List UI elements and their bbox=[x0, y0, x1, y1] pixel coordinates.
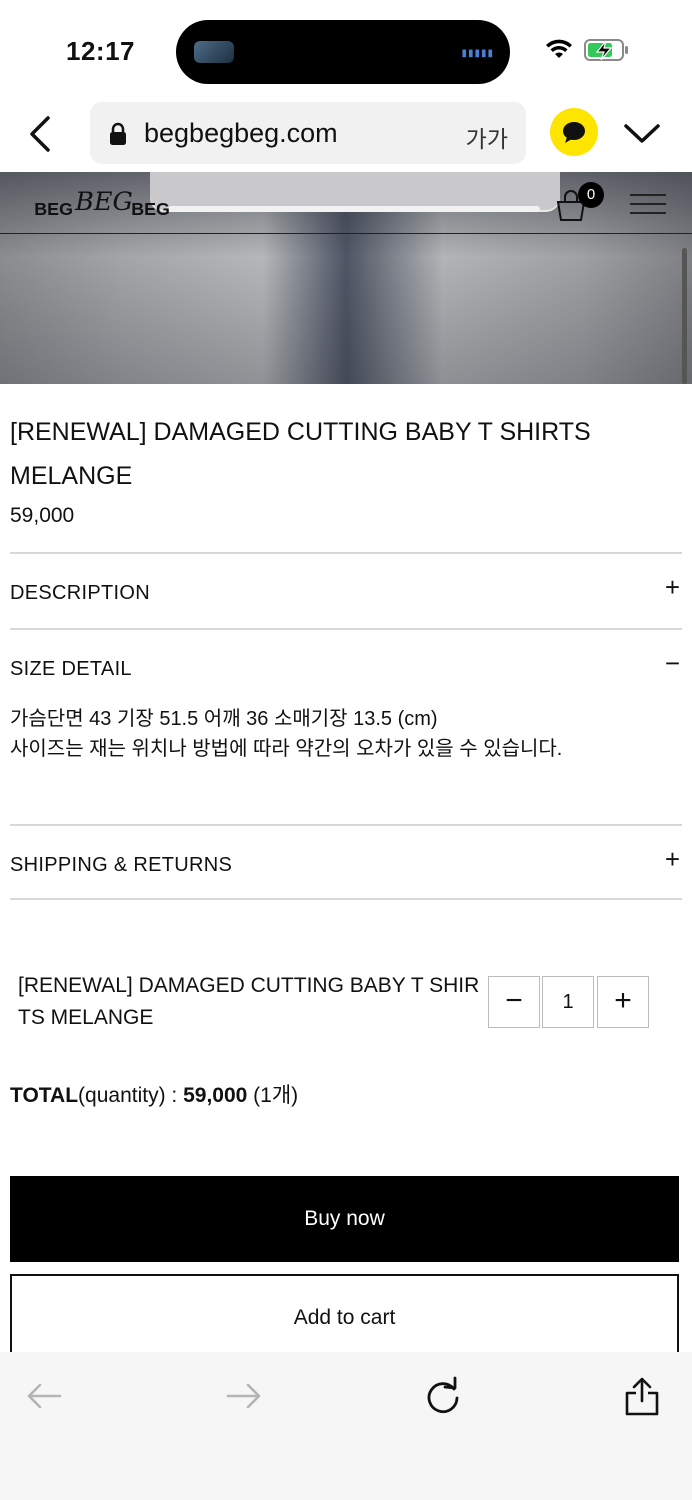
total-label: TOTAL bbox=[10, 1084, 79, 1107]
back-chevron-icon[interactable] bbox=[24, 114, 60, 154]
svg-text:BEG: BEG bbox=[131, 199, 170, 219]
accordion-label: SIZE DETAIL bbox=[10, 658, 132, 680]
scroll-indicator[interactable] bbox=[682, 248, 687, 384]
product-title: [RENEWAL] DAMAGED CUTTING BABY T SHIRTS … bbox=[10, 418, 591, 490]
accordion-shipping[interactable]: SHIPPING & RETURNS + bbox=[10, 824, 682, 900]
product-price: 59,000 bbox=[10, 504, 75, 527]
svg-text:BEG: BEG bbox=[74, 187, 133, 217]
reload-icon[interactable] bbox=[423, 1376, 463, 1416]
kakao-chat-icon[interactable] bbox=[550, 108, 598, 156]
quantity-increase-button[interactable]: + bbox=[597, 976, 649, 1028]
plus-icon[interactable]: + bbox=[665, 574, 680, 600]
battery-charging-icon bbox=[584, 39, 628, 61]
toolbar-back-icon[interactable] bbox=[24, 1376, 64, 1416]
brand-logo[interactable]: BEG BEG BEG bbox=[22, 186, 186, 220]
wifi-icon bbox=[546, 39, 572, 58]
browser-address-bar: begbegbeg.com 가가 bbox=[0, 100, 692, 172]
accordion-label: SHIPPING & RETURNS bbox=[10, 854, 233, 876]
dynamic-island: ▮▮▮▮▮ bbox=[176, 20, 510, 84]
add-to-cart-button[interactable]: Add to cart bbox=[10, 1274, 679, 1360]
order-total: TOTAL(quantity) : 59,000 (1개) bbox=[10, 1079, 298, 1109]
size-disclaimer: 사이즈는 재는 위치나 방법에 따라 약간의 오차가 있을 수 있습니다. bbox=[10, 738, 563, 760]
status-bar: 12:17 ▮▮▮▮▮ bbox=[0, 0, 692, 100]
toolbar-forward-icon[interactable] bbox=[224, 1376, 264, 1416]
minus-icon[interactable]: − bbox=[665, 650, 680, 676]
total-price: 59,000 bbox=[183, 1084, 248, 1107]
browser-toolbar bbox=[0, 1352, 692, 1500]
url-field[interactable]: begbegbeg.com 가가 bbox=[90, 102, 526, 164]
total-quantity-label: (quantity) : bbox=[78, 1084, 184, 1107]
live-activity-thumbnail bbox=[194, 41, 234, 63]
order-item-name: [RENEWAL] DAMAGED CUTTING BABY T SHIRTS … bbox=[18, 974, 480, 1029]
site-header: BEG BEG BEG 0 bbox=[0, 172, 692, 234]
chevron-down-icon[interactable] bbox=[622, 118, 662, 148]
cart-count-badge: 0 bbox=[578, 182, 604, 208]
menu-icon[interactable] bbox=[630, 194, 666, 216]
size-measurements: 가슴단면 43 기장 51.5 어깨 36 소매기장 13.5 (cm) bbox=[10, 708, 438, 730]
lock-icon bbox=[110, 122, 126, 145]
status-time: 12:17 bbox=[66, 36, 135, 66]
accordion-description[interactable]: DESCRIPTION + bbox=[10, 552, 682, 628]
buy-now-button[interactable]: Buy now bbox=[10, 1176, 679, 1262]
quantity-decrease-button[interactable]: − bbox=[488, 976, 540, 1028]
total-count: (1개) bbox=[247, 1084, 299, 1107]
size-detail-text: 가슴단면 43 기장 51.5 어깨 36 소매기장 13.5 (cm) 사이즈… bbox=[10, 704, 562, 764]
svg-text:BEG: BEG bbox=[34, 199, 73, 219]
url-text: begbegbeg.com bbox=[144, 118, 338, 148]
plus-icon[interactable]: + bbox=[665, 846, 680, 872]
accordion-label: DESCRIPTION bbox=[10, 582, 150, 604]
audio-wave-icon: ▮▮▮▮▮ bbox=[461, 48, 494, 59]
text-size-button[interactable]: 가가 bbox=[466, 120, 508, 154]
share-icon[interactable] bbox=[622, 1376, 662, 1416]
quantity-input[interactable]: 1 bbox=[542, 976, 594, 1028]
